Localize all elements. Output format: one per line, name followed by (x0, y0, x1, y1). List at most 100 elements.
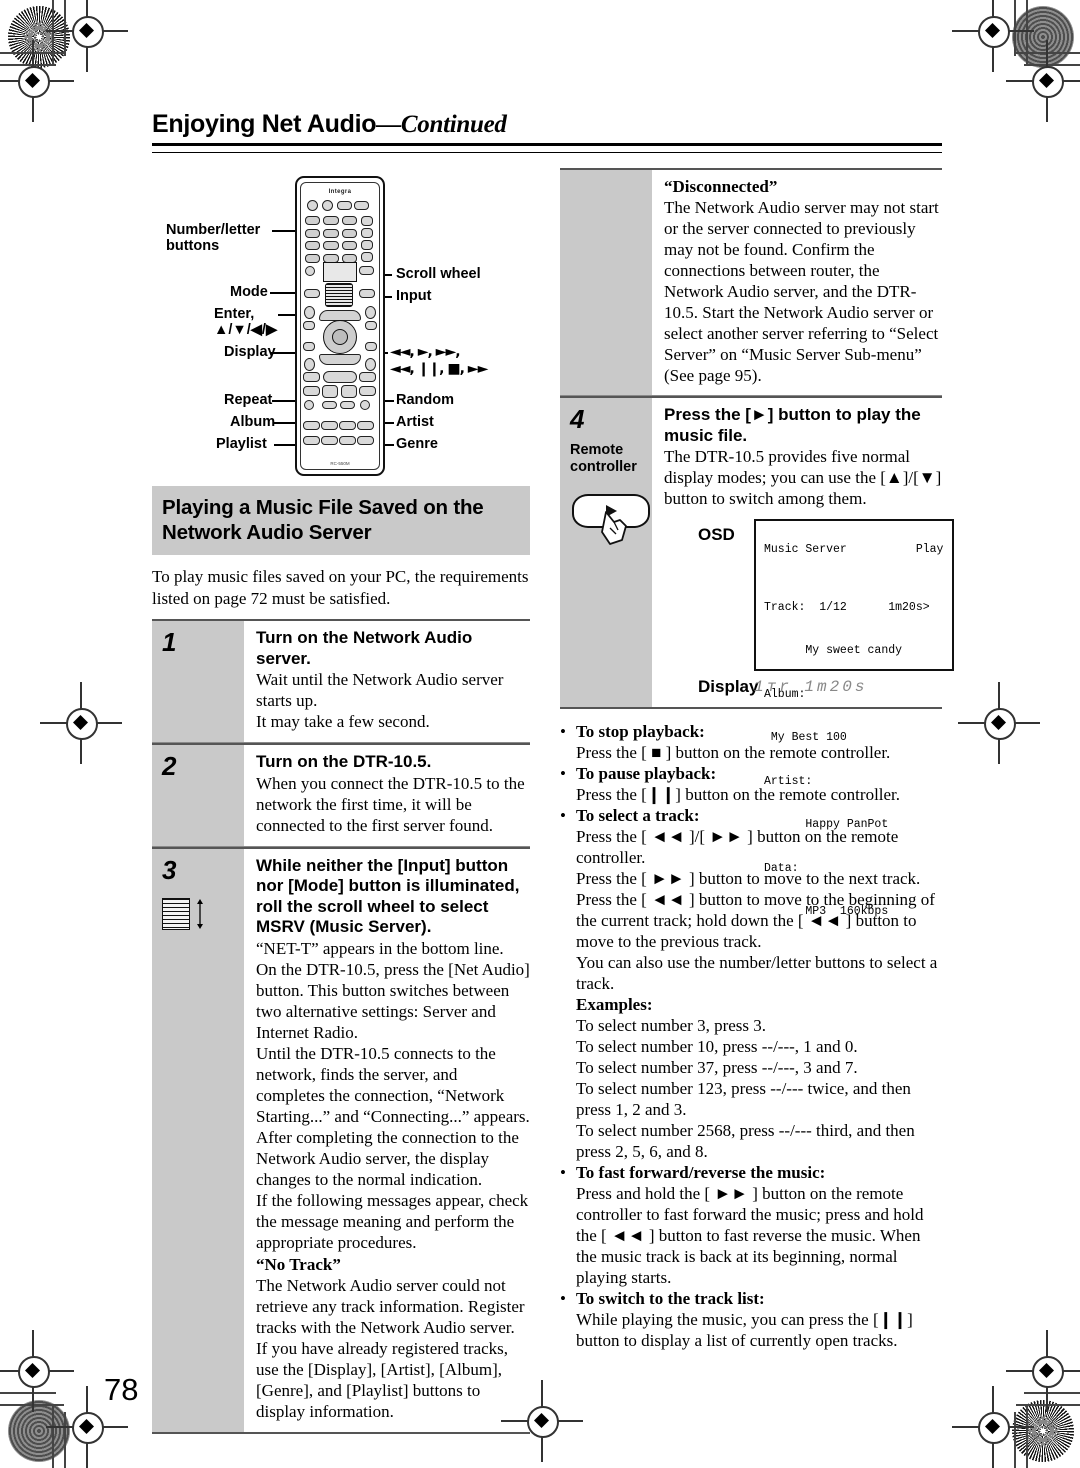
step-4-sublabel: Remote controller (570, 442, 637, 475)
label-enter: Enter, ▲/▼/◀/▶ (214, 306, 278, 338)
up-down-arrow-icon (197, 898, 203, 929)
keypad-row (305, 228, 357, 238)
step-number-3: 3 (162, 854, 177, 885)
osd-line-0: Music Server Play (764, 542, 944, 556)
step-para-2-0: When you connect the DTR-10.5 to the net… (256, 773, 525, 835)
step-para-1-1: It may take a few second. (256, 712, 430, 731)
remote-side-button-1 (361, 216, 373, 226)
label-scroll-wheel: Scroll wheel (396, 266, 481, 282)
scroll-wheel-illustration (162, 897, 244, 930)
step-para-3-2: Until the DTR-10.5 connects to the netwo… (256, 1043, 530, 1189)
remote-mode-button (304, 289, 320, 298)
label-artist: Artist (396, 414, 434, 430)
bullet-title-stop: To stop playback: (576, 722, 705, 741)
label-number-letter-buttons: Number/letter buttons (166, 222, 261, 254)
remote-menu-button (357, 421, 374, 430)
step-row-4: 4 Remote controller Press the [►] button… (560, 396, 954, 918)
remote-play-button (323, 371, 357, 383)
transport-icons-line2: ◄◄, ❙❙, ■, ►► (390, 361, 488, 377)
remote-control-figure: Number/letter buttons Mode Enter, ▲/▼/◀/… (152, 168, 530, 480)
step-number-4: 4 (570, 404, 585, 434)
step-row-2: 2 Turn on the DTR-10.5. When you connect… (152, 743, 530, 847)
step-number-2: 2 (162, 751, 177, 781)
bullet-line-select-2: Press the [ ◄◄ ] button to move to the b… (576, 890, 935, 951)
step-heading-4: Press the [►] button to play the music f… (664, 405, 921, 445)
bullet-dot: • (560, 722, 566, 741)
remote-record-button (304, 400, 314, 410)
step-para-1-0: Wait until the Network Audio server star… (256, 670, 504, 710)
remote-lower-arc-button (319, 354, 361, 365)
step-body-1: Turn on the Network Audio server. Wait u… (244, 621, 530, 742)
example-3: To select number 123, press --/--- twice… (576, 1079, 911, 1119)
right-column: “Disconnected” The Network Audio server … (560, 168, 954, 1351)
step-body-4: Press the [►] button to play the music f… (652, 398, 954, 918)
page-title-continued: —Continued (376, 111, 507, 138)
remote-custom-button (305, 266, 315, 276)
example-1: To select number 10, press --/---, 1 and… (576, 1037, 858, 1056)
example-2: To select number 37, press --/---, 3 and… (576, 1058, 858, 1077)
bullet-title-pause: To pause playback: (576, 764, 717, 783)
label-display: Display (224, 344, 276, 360)
bullet-line-select-1: Press the [ ►► ] button to move to the n… (576, 869, 921, 888)
remote-prev-track-button (303, 372, 320, 382)
keypad-row (305, 241, 357, 250)
no-track-body: The Network Audio server could not retri… (256, 1275, 525, 1421)
example-4: To select number 2568, press --/--- thir… (576, 1121, 915, 1161)
step-number-cell-3: 3 (152, 848, 244, 1432)
no-track-title: “No Track” (256, 1254, 341, 1274)
bullet-title-ff-rev: To fast forward/reverse the music: (576, 1163, 826, 1182)
remote-volume-up-button (303, 321, 315, 330)
label-genre: Genre (396, 436, 438, 452)
remote-setup-button (365, 358, 376, 371)
remote-display-button (304, 358, 315, 371)
remote-genre-button (357, 436, 374, 445)
list-item: • To fast forward/reverse the music: Pre… (560, 1162, 942, 1288)
remote-lcd-screen (323, 262, 357, 282)
steps-bottom-rule (152, 1431, 530, 1435)
remote-standby-button (322, 200, 333, 211)
front-display-illustration: Display 1тr 1m20s (698, 677, 954, 697)
page-title-main: Enjoying Net Audio (152, 110, 377, 138)
remote-angle-button (339, 421, 356, 430)
remote-enter-right-button (359, 266, 374, 275)
remote-input-button (359, 289, 375, 298)
list-item: • To stop playback: Press the [ ■ ] butt… (560, 721, 942, 763)
step-row-3: 3 While neither the [Input] button nor [… (152, 846, 530, 1432)
step-para-4: The DTR-10.5 provides five normal displa… (664, 447, 942, 508)
scroll-wheel-icon (162, 897, 190, 930)
examples-block: Examples: To select number 3, press 3. T… (576, 994, 942, 1162)
step-heading-3: While neither the [Input] button nor [Mo… (256, 855, 520, 937)
osd-screen: Music Server Play Track: 1/12 1m20s> My … (754, 519, 954, 918)
remote-audio-button (303, 421, 320, 430)
bullet-dot: • (560, 764, 566, 783)
bullet-body-ff-rev: To fast forward/reverse the music: Press… (576, 1162, 942, 1288)
transport-icons-line1: ◄◄, ►, ►►, (390, 344, 461, 360)
label-playlist: Playlist (216, 436, 267, 452)
disconnected-body: The Network Audio server may not start o… (664, 198, 939, 385)
step-number-1: 1 (162, 627, 177, 657)
bullet-dot: • (560, 806, 566, 825)
remote-side-button-4 (361, 252, 373, 262)
bullet-body-select-track: To select a track: Press the [ ◄◄ ]/[ ►►… (576, 805, 942, 1162)
remote-pause-button (322, 385, 338, 398)
pointing-hand-icon (601, 511, 627, 545)
section-intro-text: To play music files saved on your PC, th… (152, 567, 529, 608)
remote-model-number: RC-550M (330, 461, 350, 466)
remote-scroll-wheel (325, 283, 353, 307)
bullet-line-stop-0: Press the [ ■ ] button on the remote con… (576, 743, 891, 762)
bullet-body-stop: To stop playback: Press the [ ■ ] button… (576, 721, 942, 763)
bullet-title-track-list: To switch to the track list: (576, 1289, 765, 1308)
no-track-message: “No Track” The Network Audio server coul… (256, 1255, 530, 1422)
remote-top-button-a (337, 201, 352, 210)
remote-side-button-3 (361, 240, 373, 250)
remote-dpad-enter (323, 320, 357, 354)
examples-title: Examples: (576, 995, 653, 1014)
remote-top-left-small-button (304, 306, 315, 319)
bullet-body-pause: To pause playback: Press the [❙❙] button… (576, 763, 942, 805)
step-heading-1: Turn on the Network Audio server. (256, 628, 473, 668)
step-para-3-1: On the DTR-10.5, press the [Net Audio] b… (256, 959, 530, 1042)
display-label: Display (698, 677, 759, 696)
remote-top-right-small-button (365, 306, 376, 319)
disconnected-gutter (560, 170, 652, 395)
label-repeat: Repeat (224, 392, 273, 408)
